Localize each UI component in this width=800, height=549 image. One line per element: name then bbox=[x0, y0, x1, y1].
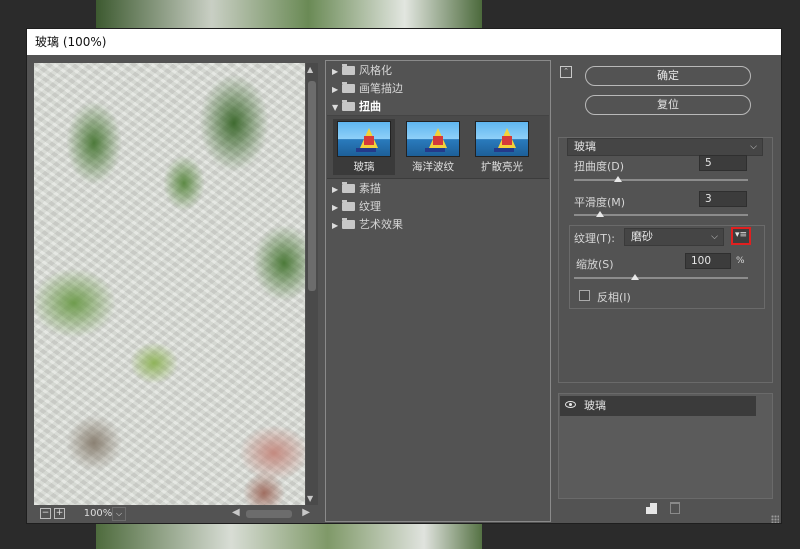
scroll-down-icon[interactable]: ▼ bbox=[307, 494, 313, 503]
folder-icon bbox=[342, 218, 355, 229]
filter-settings-panel: 玻璃 ⌵ 扭曲度(D) 5 平滑度(M) 3 纹理(T): 磨砂 ⌵ ▾≡ 缩放(S… bbox=[558, 137, 773, 383]
eye-icon[interactable] bbox=[565, 401, 576, 408]
layer-row-glass[interactable]: 玻璃 bbox=[560, 396, 756, 416]
zoom-in-icon[interactable]: + bbox=[54, 508, 65, 519]
scroll-left-icon[interactable]: ◀ bbox=[232, 507, 240, 518]
category-artistic[interactable]: ▶ 艺术效果 bbox=[332, 217, 403, 233]
vertical-scroll-thumb[interactable] bbox=[308, 81, 316, 291]
expand-triangle-icon: ▶ bbox=[332, 221, 339, 230]
folder-icon bbox=[342, 200, 355, 211]
category-stylize[interactable]: ▶ 风格化 bbox=[332, 63, 392, 79]
distort-filter-thumbnails: 玻璃 海洋波纹 扩散亮光 bbox=[327, 115, 549, 179]
reset-button[interactable]: 复位 bbox=[585, 95, 751, 115]
expand-triangle-icon: ▶ bbox=[332, 185, 339, 194]
expand-triangle-icon: ▶ bbox=[332, 85, 339, 94]
smoothness-label: 平滑度(M) bbox=[574, 196, 626, 209]
horizontal-scroll-thumb[interactable] bbox=[246, 510, 292, 518]
distortion-slider-knob[interactable] bbox=[613, 176, 622, 182]
ok-button[interactable]: 确定 bbox=[585, 66, 751, 86]
preview-vertical-scrollbar[interactable]: ▲ ▼ bbox=[306, 63, 318, 505]
glass-thumbnail bbox=[337, 121, 391, 157]
collapse-triangle-icon: ▼ bbox=[332, 103, 339, 112]
distortion-label: 扭曲度(D) bbox=[574, 160, 625, 173]
preview-horizontal-scrollbar[interactable]: ◀ ▶ bbox=[232, 507, 310, 519]
dialog-title: 玻璃 (100%) bbox=[27, 29, 781, 55]
filter-select[interactable]: 玻璃 ⌵ bbox=[567, 138, 763, 156]
scaling-unit: % bbox=[736, 256, 745, 266]
scaling-label: 缩放(S) bbox=[576, 258, 614, 271]
preview-toolbar: − + 100% ⌵ ◀ ▶ bbox=[34, 505, 318, 523]
smoothness-slider-knob[interactable] bbox=[596, 211, 605, 217]
category-sketch[interactable]: ▶ 素描 bbox=[332, 181, 381, 197]
filter-preview-image[interactable] bbox=[34, 63, 305, 505]
resize-grip-icon[interactable] bbox=[771, 515, 779, 523]
distortion-slider[interactable] bbox=[574, 179, 748, 181]
applied-filter-layers: 玻璃 bbox=[558, 393, 773, 499]
filter-gallery-dialog: 玻璃 (100%) ▲ ▼ − + 100% ⌵ ◀ ▶ ▶ 风格化 ▶ 画笔描边 … bbox=[26, 28, 782, 524]
category-distort[interactable]: ▼ 扭曲 bbox=[332, 99, 381, 115]
scroll-up-icon[interactable]: ▲ bbox=[307, 65, 313, 74]
folder-icon bbox=[342, 64, 355, 75]
trash-icon[interactable] bbox=[670, 502, 680, 514]
background-photo-bottom bbox=[96, 522, 482, 549]
scaling-slider-knob[interactable] bbox=[630, 274, 639, 280]
new-effect-layer-icon[interactable] bbox=[646, 503, 657, 514]
collapse-gallery-icon[interactable]: ⌃ bbox=[560, 66, 572, 78]
invert-label: 反相(I) bbox=[597, 291, 631, 304]
invert-checkbox[interactable] bbox=[579, 290, 590, 301]
texture-label: 纹理(T): bbox=[574, 232, 616, 245]
diffuse-glow-thumbnail bbox=[475, 121, 529, 157]
chevron-down-icon: ⌵ bbox=[750, 142, 757, 152]
expand-triangle-icon: ▶ bbox=[332, 203, 339, 212]
background-photo-top bbox=[96, 0, 482, 30]
zoom-dropdown-icon[interactable]: ⌵ bbox=[112, 507, 126, 521]
chevron-down-icon: ⌵ bbox=[711, 232, 718, 242]
folder-icon bbox=[342, 182, 355, 193]
smoothness-input[interactable]: 3 bbox=[699, 191, 747, 207]
scroll-right-icon[interactable]: ▶ bbox=[302, 507, 310, 518]
filter-gallery-list: ▶ 风格化 ▶ 画笔描边 ▼ 扭曲 玻璃 海洋波纹 扩散亮光 ▶ 素描 ▶ 纹理… bbox=[325, 60, 551, 522]
filter-thumb-diffuse-glow[interactable]: 扩散亮光 bbox=[471, 119, 533, 175]
scaling-input[interactable]: 100 bbox=[685, 253, 731, 269]
category-texture[interactable]: ▶ 纹理 bbox=[332, 199, 381, 215]
texture-menu-icon[interactable]: ▾≡ bbox=[731, 227, 751, 245]
filter-thumb-ocean-ripple[interactable]: 海洋波纹 bbox=[402, 119, 464, 175]
filter-thumb-glass[interactable]: 玻璃 bbox=[333, 119, 395, 175]
open-folder-icon bbox=[342, 100, 355, 111]
texture-select[interactable]: 磨砂 ⌵ bbox=[624, 228, 724, 246]
category-brush-strokes[interactable]: ▶ 画笔描边 bbox=[332, 81, 403, 97]
ocean-ripple-thumbnail bbox=[406, 121, 460, 157]
distortion-input[interactable]: 5 bbox=[699, 155, 747, 171]
expand-triangle-icon: ▶ bbox=[332, 67, 339, 76]
scaling-slider[interactable] bbox=[574, 277, 748, 279]
zoom-out-icon[interactable]: − bbox=[40, 508, 51, 519]
folder-icon bbox=[342, 82, 355, 93]
